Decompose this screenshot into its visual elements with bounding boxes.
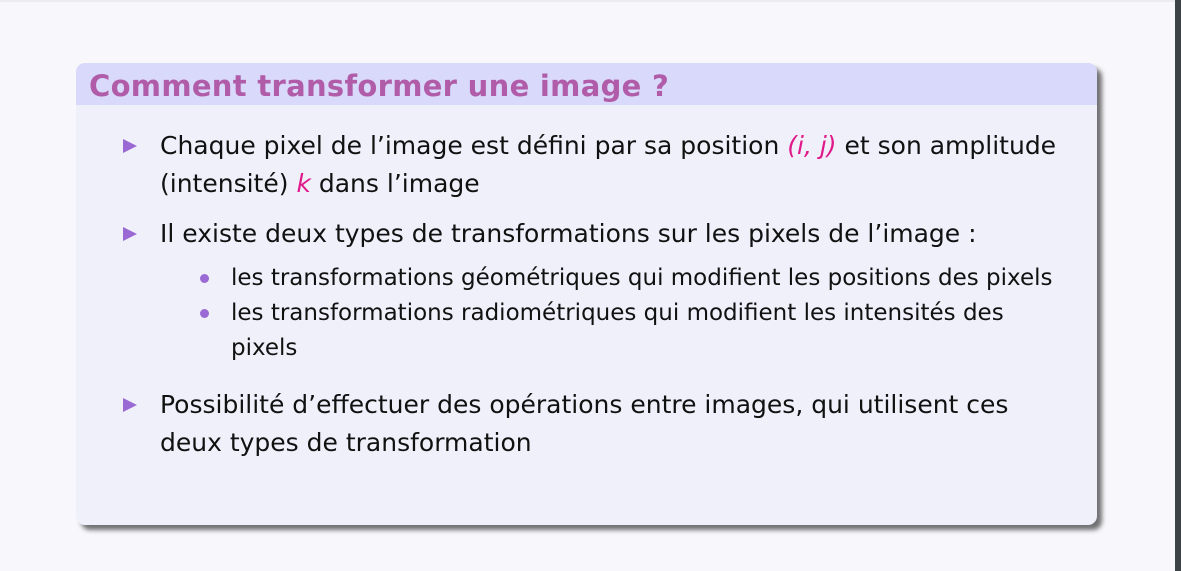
triangle-bullet-icon (123, 139, 137, 153)
sub-item-text: les transformations géométriques qui mod… (231, 265, 1053, 291)
item-text: Il existe deux types de transformations … (160, 219, 977, 248)
block-title: Comment transformer une image ? (76, 63, 1097, 105)
window-edge (1175, 0, 1181, 571)
item-text: Chaque pixel de l’image est défini par s… (160, 131, 788, 160)
dot-bullet-icon (200, 274, 209, 283)
item-text: dans l’image (310, 169, 480, 198)
slide-block: Comment transformer une image ? Chaque p… (76, 63, 1097, 525)
triangle-bullet-icon (123, 398, 137, 412)
math-amplitude: k (296, 169, 311, 198)
sub-item: les transformations radiométriques qui m… (76, 296, 1097, 366)
top-border (0, 0, 1175, 2)
list-item: Il existe deux types de transformations … (76, 215, 1097, 253)
item-text: Possibilité d’effectuer des opérations e… (160, 390, 1009, 457)
list-item: Chaque pixel de l’image est défini par s… (76, 127, 1097, 203)
sub-item: les transformations géométriques qui mod… (76, 261, 1097, 296)
sub-list: les transformations géométriques qui mod… (76, 261, 1097, 366)
triangle-bullet-icon (123, 227, 137, 241)
dot-bullet-icon (200, 309, 209, 318)
block-body: Chaque pixel de l’image est défini par s… (76, 105, 1097, 462)
math-position: (i, j) (787, 131, 837, 160)
list-item: Possibilité d’effectuer des opérations e… (76, 386, 1097, 462)
sub-item-text: les transformations radiométriques qui m… (231, 300, 1004, 361)
